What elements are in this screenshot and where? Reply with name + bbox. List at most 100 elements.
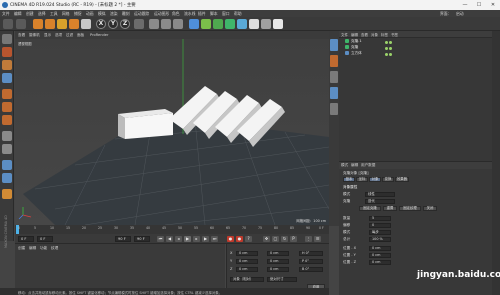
recent-tools-icon[interactable] bbox=[81, 19, 91, 29]
autokey-icon[interactable]: ● bbox=[236, 236, 243, 242]
attr-pos-z-field[interactable]: 0 cm bbox=[369, 260, 391, 265]
rot-b-field[interactable]: B 0° bbox=[299, 267, 323, 272]
om-menu-bookmarks[interactable]: 书签 bbox=[391, 33, 398, 38]
scale-icon[interactable] bbox=[57, 19, 67, 29]
light-icon[interactable] bbox=[273, 19, 283, 29]
rotate-icon[interactable] bbox=[69, 19, 79, 29]
coordinate-system-icon[interactable] bbox=[134, 19, 144, 29]
viewport-menu-cameras[interactable]: 摄像机 bbox=[29, 33, 40, 38]
pen-icon[interactable] bbox=[201, 19, 211, 29]
am-menu-edit[interactable]: 编辑 bbox=[351, 163, 358, 168]
go-to-start-icon[interactable]: ⏮ bbox=[157, 236, 164, 242]
rot-h-field[interactable]: H 0° bbox=[299, 251, 323, 256]
om-menu-tags[interactable]: 标签 bbox=[381, 33, 388, 38]
record-icon[interactable]: ● bbox=[227, 236, 234, 242]
fix-texture-button[interactable]: 固定纹理 bbox=[399, 206, 421, 211]
subtab-basic[interactable]: 基本 bbox=[343, 177, 355, 182]
go-to-end-icon[interactable]: ⏭ bbox=[211, 236, 218, 242]
z-axis-button[interactable]: Z bbox=[120, 19, 130, 29]
locked-workplane-icon[interactable] bbox=[2, 173, 12, 183]
y-axis-button[interactable]: Y bbox=[108, 19, 118, 29]
size-mode-select[interactable]: 绝对尺寸 bbox=[267, 277, 297, 282]
om-menu-edit[interactable]: 编辑 bbox=[351, 33, 358, 38]
attr-pos-y-field[interactable]: 0 cm bbox=[369, 253, 391, 258]
attr-mode-select[interactable]: 线性 bbox=[365, 192, 395, 197]
rot-p-field[interactable]: P 0° bbox=[299, 259, 323, 264]
previous-key-icon[interactable]: ◀ bbox=[166, 236, 173, 242]
om-menu-view[interactable]: 查看 bbox=[361, 33, 368, 38]
content-browser-tab-icon[interactable] bbox=[330, 71, 338, 83]
attr-amount-field[interactable]: 100 % bbox=[369, 237, 391, 242]
viewport-menu-view[interactable]: 查看 bbox=[18, 33, 25, 38]
viewport-menu-prorender[interactable]: ProRender bbox=[90, 33, 109, 37]
attr-clones-select[interactable]: 迭代 bbox=[365, 199, 395, 204]
attr-pos-x-field[interactable]: 0 cm bbox=[369, 246, 391, 251]
pos-x-field[interactable]: 0 cm bbox=[236, 251, 258, 256]
tweak-icon[interactable] bbox=[2, 144, 12, 154]
close-button[interactable]: ✕ bbox=[486, 0, 500, 10]
start-frame-field[interactable]: 0 F bbox=[18, 236, 34, 242]
layers-tab-icon[interactable] bbox=[330, 103, 338, 115]
edges-mode-icon[interactable] bbox=[2, 102, 12, 112]
snap-icon[interactable] bbox=[2, 160, 12, 170]
min-frame-field[interactable]: 0 F bbox=[37, 236, 53, 242]
coord-mode-select[interactable]: 对象（相对） bbox=[230, 277, 264, 282]
attr-step-mode-select[interactable]: 每步 bbox=[369, 230, 391, 235]
maximize-button[interactable]: ☐ bbox=[472, 0, 486, 10]
takes-tab-icon[interactable] bbox=[330, 55, 338, 67]
visibility-dots[interactable] bbox=[385, 46, 399, 50]
render-settings-icon[interactable] bbox=[173, 19, 183, 29]
make-editable-icon[interactable] bbox=[2, 34, 12, 44]
structure-tab-icon[interactable] bbox=[330, 87, 338, 99]
render-picture-viewer-icon[interactable] bbox=[161, 19, 171, 29]
next-key-icon[interactable]: ▶ bbox=[202, 236, 209, 242]
objects-tab-icon[interactable] bbox=[330, 39, 338, 51]
mm-menu-edit[interactable]: 编辑 bbox=[29, 246, 36, 251]
size-y-field[interactable]: 0 cm bbox=[267, 259, 289, 264]
keyframe-selection-icon[interactable]: ? bbox=[245, 236, 252, 242]
off-button[interactable]: 关闭 bbox=[423, 206, 437, 211]
subtab-transform[interactable]: 变换 bbox=[382, 177, 394, 182]
subtab-coord[interactable]: 坐标 bbox=[356, 177, 368, 182]
cloner-icon[interactable] bbox=[225, 19, 235, 29]
am-menu-mode[interactable]: 模式 bbox=[341, 163, 348, 168]
mm-menu-texture[interactable]: 纹理 bbox=[51, 246, 58, 251]
camera-icon[interactable] bbox=[261, 19, 271, 29]
perspective-viewport[interactable]: 透视视图 网格间距：100 cm bbox=[15, 39, 329, 225]
undo-icon[interactable] bbox=[3, 19, 13, 29]
fix-clone-button[interactable]: 固定克隆 bbox=[359, 206, 381, 211]
size-z-field[interactable]: 0 cm bbox=[267, 267, 289, 272]
point-level-icon[interactable]: ⋮ bbox=[305, 236, 312, 242]
max-frame-field[interactable]: 90 F bbox=[134, 236, 150, 242]
timeline-window-icon[interactable]: ☰ bbox=[314, 236, 321, 242]
object-row[interactable]: 立方体 bbox=[339, 50, 492, 56]
subtab-effectors[interactable]: 效果器 bbox=[395, 177, 409, 182]
om-menu-file[interactable]: 文件 bbox=[341, 33, 348, 38]
floor-icon[interactable] bbox=[249, 19, 259, 29]
pos-y-field[interactable]: 0 cm bbox=[236, 259, 258, 264]
live-select-icon[interactable] bbox=[33, 19, 43, 29]
subdivision-icon[interactable] bbox=[213, 19, 223, 29]
attr-offset-field[interactable]: 0 bbox=[369, 223, 391, 228]
render-view-icon[interactable] bbox=[149, 19, 159, 29]
visibility-dots[interactable] bbox=[385, 52, 399, 56]
rotation-key-icon[interactable]: ↻ bbox=[281, 236, 288, 242]
visibility-dots[interactable] bbox=[385, 40, 399, 44]
move-icon[interactable] bbox=[45, 19, 55, 29]
deformer-icon[interactable] bbox=[237, 19, 247, 29]
am-menu-userdata[interactable]: 用户数据 bbox=[361, 163, 375, 168]
workplane-icon[interactable] bbox=[2, 73, 12, 83]
mm-menu-function[interactable]: 功能 bbox=[40, 246, 47, 251]
size-x-field[interactable]: 0 cm bbox=[267, 251, 289, 256]
next-frame-icon[interactable]: ▸ bbox=[193, 236, 200, 242]
x-axis-button[interactable]: X bbox=[96, 19, 106, 29]
om-menu-object[interactable]: 对象 bbox=[371, 33, 378, 38]
scale-key-icon[interactable]: ▢ bbox=[272, 236, 279, 242]
reset-button[interactable]: 重置 bbox=[383, 206, 397, 211]
position-key-icon[interactable]: ✥ bbox=[263, 236, 270, 242]
viewport-menu-display[interactable]: 显示 bbox=[44, 33, 51, 38]
viewport-menu-options[interactable]: 选项 bbox=[55, 33, 62, 38]
minimize-button[interactable]: — bbox=[458, 0, 472, 10]
param-key-icon[interactable]: P bbox=[290, 236, 297, 242]
polygons-mode-icon[interactable] bbox=[2, 115, 12, 125]
